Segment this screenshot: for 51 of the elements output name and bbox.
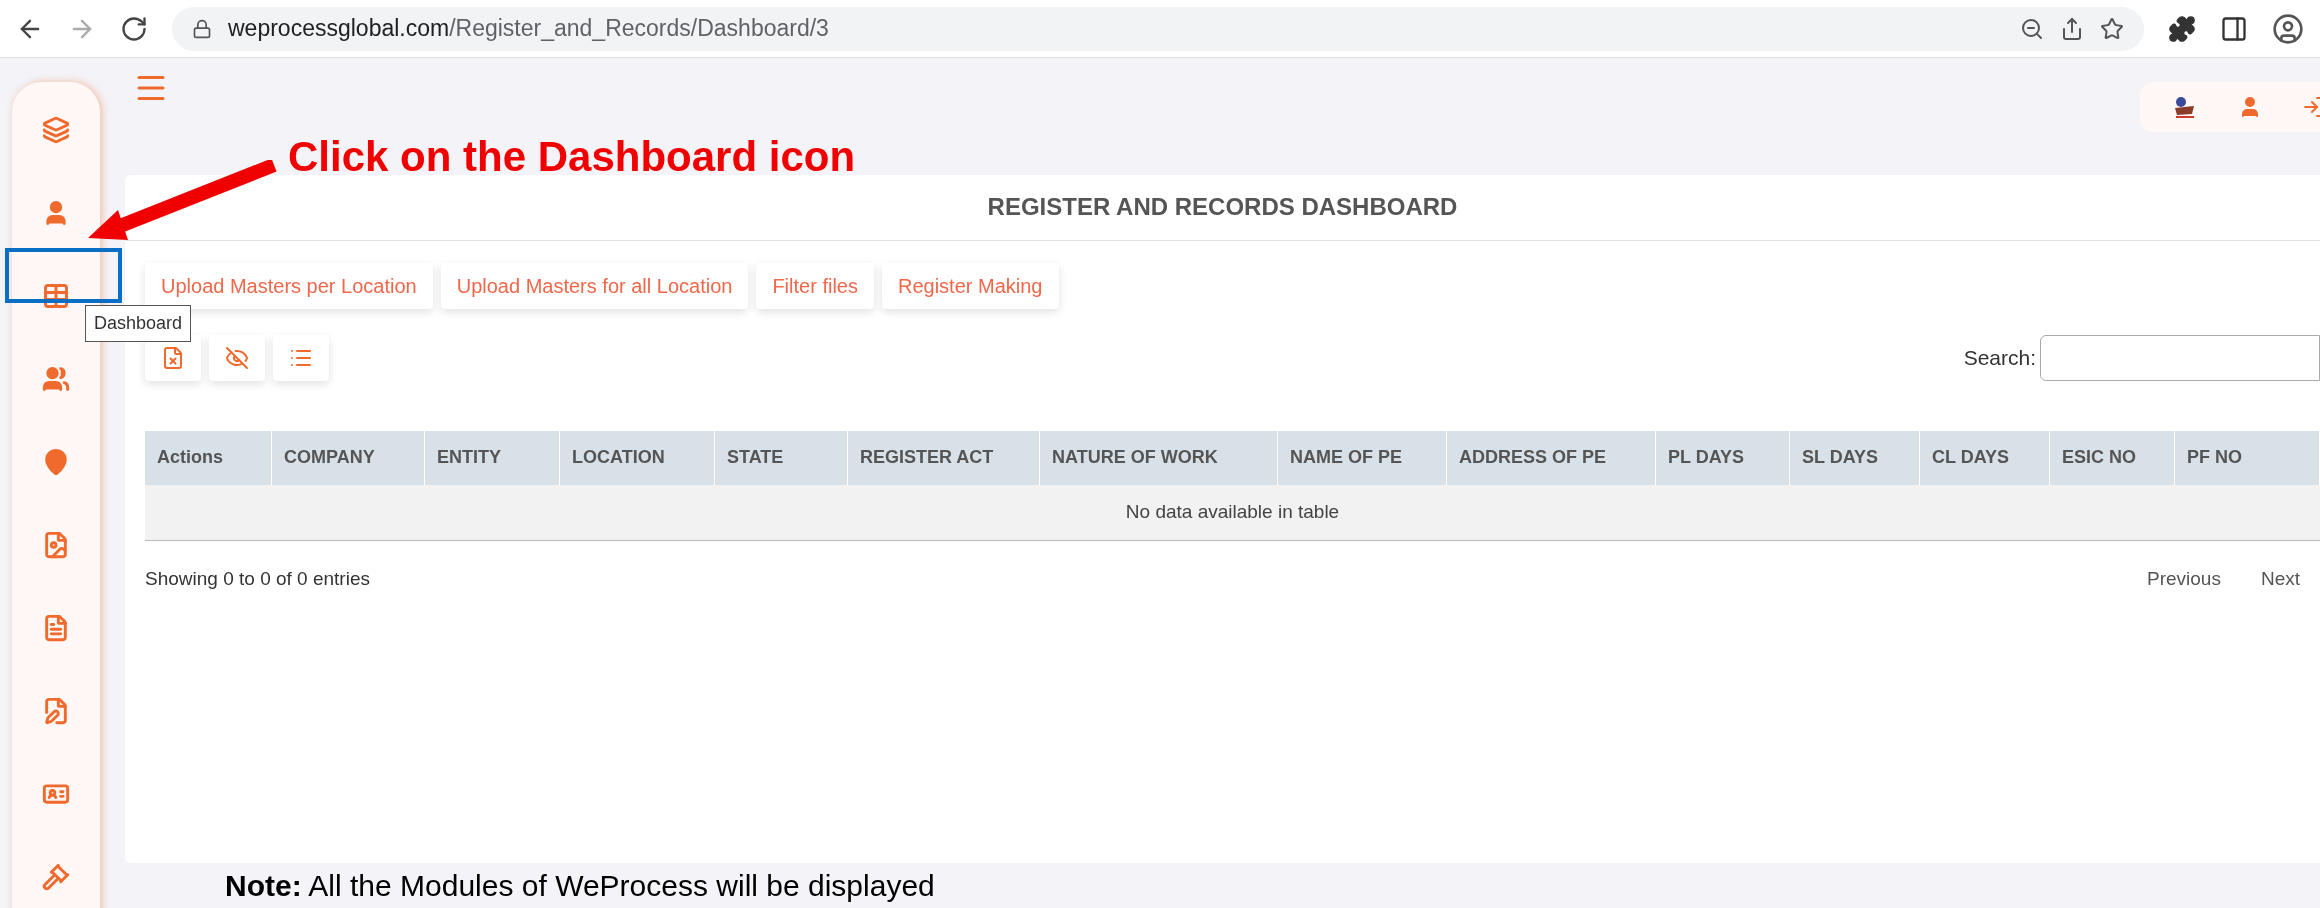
- column-header[interactable]: ENTITY: [425, 430, 560, 485]
- gavel-icon[interactable]: [42, 863, 70, 891]
- column-header[interactable]: CL DAYS: [1920, 430, 2050, 485]
- share-icon[interactable]: [2060, 16, 2084, 41]
- entries-info: Showing 0 to 0 of 0 entries: [145, 566, 370, 591]
- search-field[interactable]: [2040, 334, 2320, 381]
- side-panel-icon[interactable]: [2220, 14, 2248, 43]
- reload-icon[interactable]: [120, 14, 148, 43]
- column-header[interactable]: ESIC NO: [2050, 430, 2175, 485]
- extensions-icon[interactable]: [2168, 14, 2196, 43]
- column-header[interactable]: SL DAYS: [1790, 430, 1920, 485]
- column-header[interactable]: STATE: [715, 430, 848, 485]
- column-header[interactable]: PF NO: [2175, 430, 2320, 485]
- tool-button[interactable]: [273, 334, 329, 381]
- note-text: Note: All the Modules of WeProcess will be displayed: [225, 869, 935, 902]
- callout-text: Click on the Dashboard icon: [288, 132, 856, 182]
- column-header[interactable]: ADDRESS OF PE: [1447, 430, 1656, 485]
- column-header[interactable]: LOCATION: [560, 430, 715, 485]
- action-button[interactable]: Register Making: [882, 262, 1059, 309]
- logout-icon[interactable]: [2302, 95, 2320, 119]
- excel-file-icon: [161, 345, 185, 370]
- map-pin-icon[interactable]: [42, 448, 70, 476]
- zoom-out-icon[interactable]: [2020, 16, 2044, 41]
- document-icon[interactable]: [42, 614, 70, 642]
- users-icon[interactable]: [42, 365, 70, 393]
- image-file-icon[interactable]: [42, 531, 70, 559]
- column-header[interactable]: PL DAYS: [1656, 430, 1790, 485]
- tooltip: Dashboard: [85, 305, 192, 342]
- action-button[interactable]: Upload Masters per Location: [145, 262, 433, 309]
- tool-button[interactable]: [209, 334, 265, 381]
- search-label: Search:: [1963, 345, 2036, 371]
- hidden-eye-icon: [225, 345, 249, 370]
- column-header[interactable]: Actions: [145, 430, 272, 485]
- pagination-button[interactable]: Previous: [2127, 564, 2241, 594]
- lock-icon: [192, 18, 212, 39]
- layers-icon[interactable]: [42, 116, 70, 144]
- column-header[interactable]: COMPANY: [272, 430, 425, 485]
- empty-table-message: No data available in table: [1125, 500, 1340, 524]
- dashboard-title: REGISTER AND RECORDS DASHBOARD: [987, 192, 1458, 223]
- pagination-button[interactable]: Next: [2240, 564, 2320, 594]
- column-header[interactable]: NATURE OF WORK: [1040, 430, 1278, 485]
- profile-icon[interactable]: [2272, 12, 2304, 45]
- url-text: weprocessglobal.com/Register_and_Records/Dashboard/3: [228, 14, 829, 44]
- address-bar[interactable]: weprocessglobal.com/Register_and_Records/Dashboard/3: [172, 6, 2144, 51]
- column-header[interactable]: REGISTER ACT: [848, 430, 1040, 485]
- column-header[interactable]: NAME OF PE: [1278, 430, 1447, 485]
- action-button[interactable]: Filter files: [756, 262, 874, 309]
- table-icon[interactable]: [42, 282, 70, 310]
- bookmark-star-icon[interactable]: [2100, 16, 2124, 41]
- action-button[interactable]: Upload Masters for all Location: [440, 262, 749, 309]
- signed-document-icon[interactable]: [42, 697, 70, 725]
